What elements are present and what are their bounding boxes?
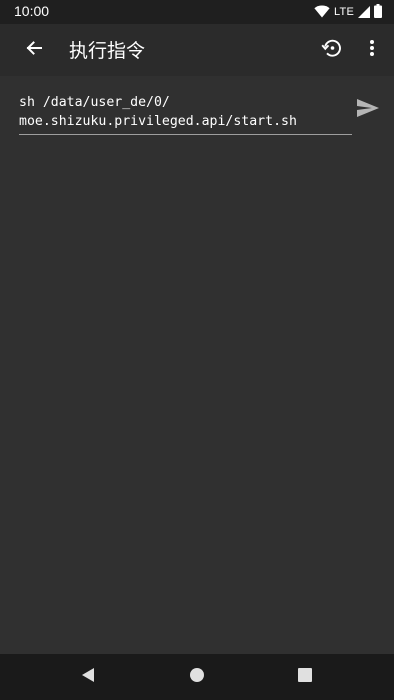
status-icons: LTE xyxy=(314,3,382,22)
app-bar: 执行指令 xyxy=(0,24,394,76)
battery-icon xyxy=(374,3,382,22)
arrow-back-icon xyxy=(24,38,44,62)
send-icon xyxy=(357,99,379,121)
history-icon xyxy=(321,37,343,63)
command-line-1: sh /data/user_de/0/ xyxy=(19,95,170,110)
nav-back-button[interactable] xyxy=(72,661,104,693)
main-content: sh /data/user_de/0/ moe.shizuku.privileg… xyxy=(0,76,394,654)
navigation-bar xyxy=(0,654,394,700)
status-bar: 10:00 LTE xyxy=(0,0,394,24)
nav-recents-icon xyxy=(297,667,313,687)
send-button[interactable] xyxy=(348,90,388,130)
status-time: 10:00 xyxy=(14,3,50,19)
history-button[interactable] xyxy=(308,26,356,74)
signal-icon xyxy=(358,3,370,22)
wifi-icon xyxy=(314,3,330,22)
nav-back-icon xyxy=(80,667,96,687)
network-type-label: LTE xyxy=(334,6,354,18)
more-vert-icon xyxy=(369,39,375,61)
command-input[interactable]: sh /data/user_de/0/ moe.shizuku.privileg… xyxy=(19,93,352,135)
nav-home-icon xyxy=(189,667,205,687)
command-line-2: moe.shizuku.privileged.api/start.sh xyxy=(19,114,297,129)
more-options-button[interactable] xyxy=(352,26,392,74)
page-title: 执行指令 xyxy=(69,40,146,62)
nav-recents-button[interactable] xyxy=(289,661,321,693)
nav-home-button[interactable] xyxy=(181,661,213,693)
back-button[interactable] xyxy=(10,26,58,74)
